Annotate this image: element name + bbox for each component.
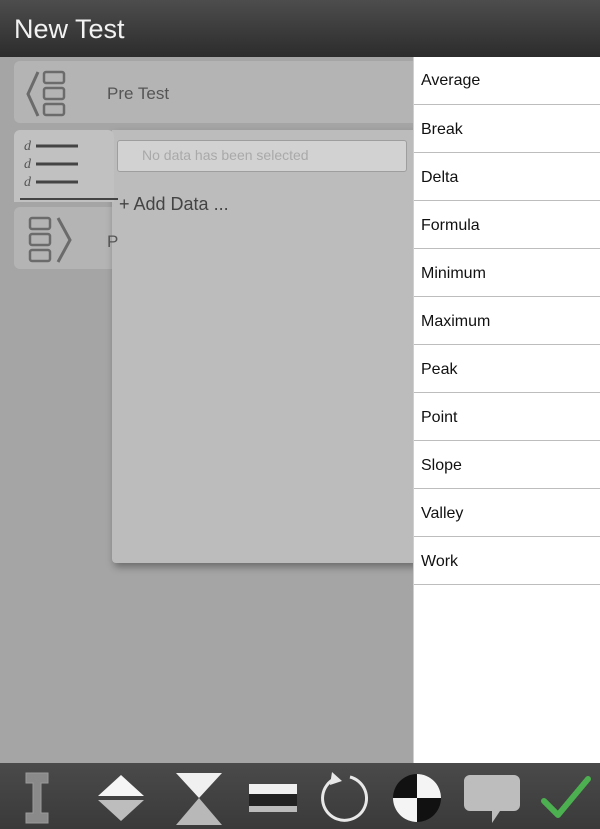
post-test-icon <box>28 216 72 263</box>
menu-item-slope[interactable]: Slope <box>414 441 600 489</box>
data-tab-underline <box>20 198 118 200</box>
up-down-icon[interactable] <box>92 769 150 827</box>
bottom-toolbar <box>0 763 600 829</box>
menu-item-minimum[interactable]: Minimum <box>414 249 600 297</box>
add-data-link[interactable]: + Add Data ... <box>119 194 229 215</box>
menu-item-peak[interactable]: Peak <box>414 345 600 393</box>
menu-item-break[interactable]: Break <box>414 105 600 153</box>
window-title: New Test <box>14 14 125 44</box>
rotate-icon[interactable] <box>316 769 374 827</box>
menu-item-average[interactable]: Average <box>414 57 600 105</box>
hourglass-icon[interactable] <box>170 769 228 827</box>
menu-item-delta[interactable]: Delta <box>414 153 600 201</box>
specimen-icon[interactable] <box>8 769 66 827</box>
data-field[interactable]: No data has been selected <box>117 140 407 172</box>
rectangle-icon[interactable] <box>244 769 302 827</box>
post-test-label: P <box>107 232 119 251</box>
measurement-menu: Average Break Delta Formula Minimum Maxi… <box>413 57 600 763</box>
svg-text:d: d <box>24 139 32 154</box>
checkmark-icon[interactable] <box>536 769 596 827</box>
menu-item-valley[interactable]: Valley <box>414 489 600 537</box>
svg-text:d: d <box>24 175 32 190</box>
menu-item-formula[interactable]: Formula <box>414 201 600 249</box>
menu-item-maximum[interactable]: Maximum <box>414 297 600 345</box>
data-list-icon: d d d <box>24 139 78 190</box>
svg-text:d: d <box>24 157 32 172</box>
title-bar: New Test <box>0 0 600 57</box>
pre-test-label: Pre Test <box>107 84 170 103</box>
menu-item-point[interactable]: Point <box>414 393 600 441</box>
pre-test-icon <box>26 70 66 117</box>
comment-icon[interactable] <box>462 769 522 827</box>
menu-item-work[interactable]: Work <box>414 537 600 585</box>
quadrant-icon[interactable] <box>388 769 446 827</box>
